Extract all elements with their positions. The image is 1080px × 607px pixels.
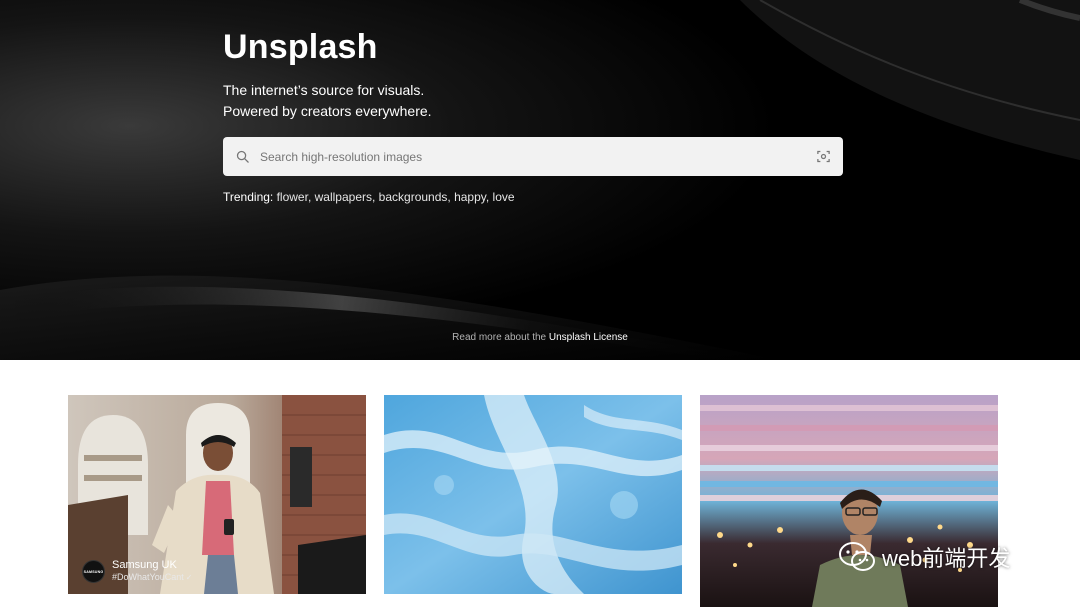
trending-link-wallpapers[interactable]: wallpapers bbox=[315, 190, 372, 204]
avatar: SAMSUNG bbox=[82, 560, 105, 583]
photo-grid: SAMSUNG Samsung UK #DoWhatYouCant ✓ bbox=[68, 395, 998, 607]
search-icon[interactable] bbox=[224, 137, 260, 176]
sponsor-name: Samsung UK bbox=[112, 559, 177, 571]
hero-content: Unsplash The internet’s source for visua… bbox=[223, 28, 843, 204]
trending-label: Trending: bbox=[223, 190, 274, 204]
hero-subtitle-line-2: Powered by creators everywhere. bbox=[223, 103, 432, 119]
photo-card[interactable] bbox=[384, 395, 682, 594]
visual-search-icon[interactable] bbox=[803, 137, 843, 176]
photo-card[interactable] bbox=[700, 395, 998, 607]
photo-image bbox=[700, 395, 998, 607]
watermark: web前端开发 bbox=[838, 541, 1010, 573]
sponsor-tag: #DoWhatYouCant ✓ bbox=[112, 572, 193, 582]
watermark-text: web前端开发 bbox=[882, 546, 1011, 571]
page-title: Unsplash bbox=[223, 28, 378, 66]
search-input[interactable] bbox=[260, 137, 803, 176]
license-prefix: Read more about the bbox=[452, 332, 549, 343]
trending-searches: Trending: flower, wallpapers, background… bbox=[223, 190, 515, 204]
photo-card[interactable]: SAMSUNG Samsung UK #DoWhatYouCant ✓ bbox=[68, 395, 366, 594]
license-note: Read more about the Unsplash License bbox=[0, 332, 1080, 343]
trending-link-happy[interactable]: happy bbox=[454, 190, 486, 204]
trending-link-love[interactable]: love bbox=[493, 190, 515, 204]
verified-check-icon: ✓ bbox=[185, 573, 193, 582]
photo-image bbox=[384, 395, 682, 594]
wechat-icon bbox=[839, 542, 875, 571]
sponsor-attribution[interactable]: SAMSUNG Samsung UK #DoWhatYouCant ✓ bbox=[82, 559, 192, 584]
hero-subtitle: The internet’s source for visuals. Power… bbox=[223, 80, 843, 122]
search-bar[interactable] bbox=[223, 137, 843, 176]
trending-link-flower[interactable]: flower bbox=[277, 190, 308, 204]
trending-link-backgrounds[interactable]: backgrounds bbox=[379, 190, 448, 204]
license-link[interactable]: Unsplash License bbox=[549, 332, 628, 343]
hero-section: Unsplash The internet’s source for visua… bbox=[0, 0, 1080, 360]
hero-subtitle-line-1: The internet’s source for visuals. bbox=[223, 82, 425, 98]
